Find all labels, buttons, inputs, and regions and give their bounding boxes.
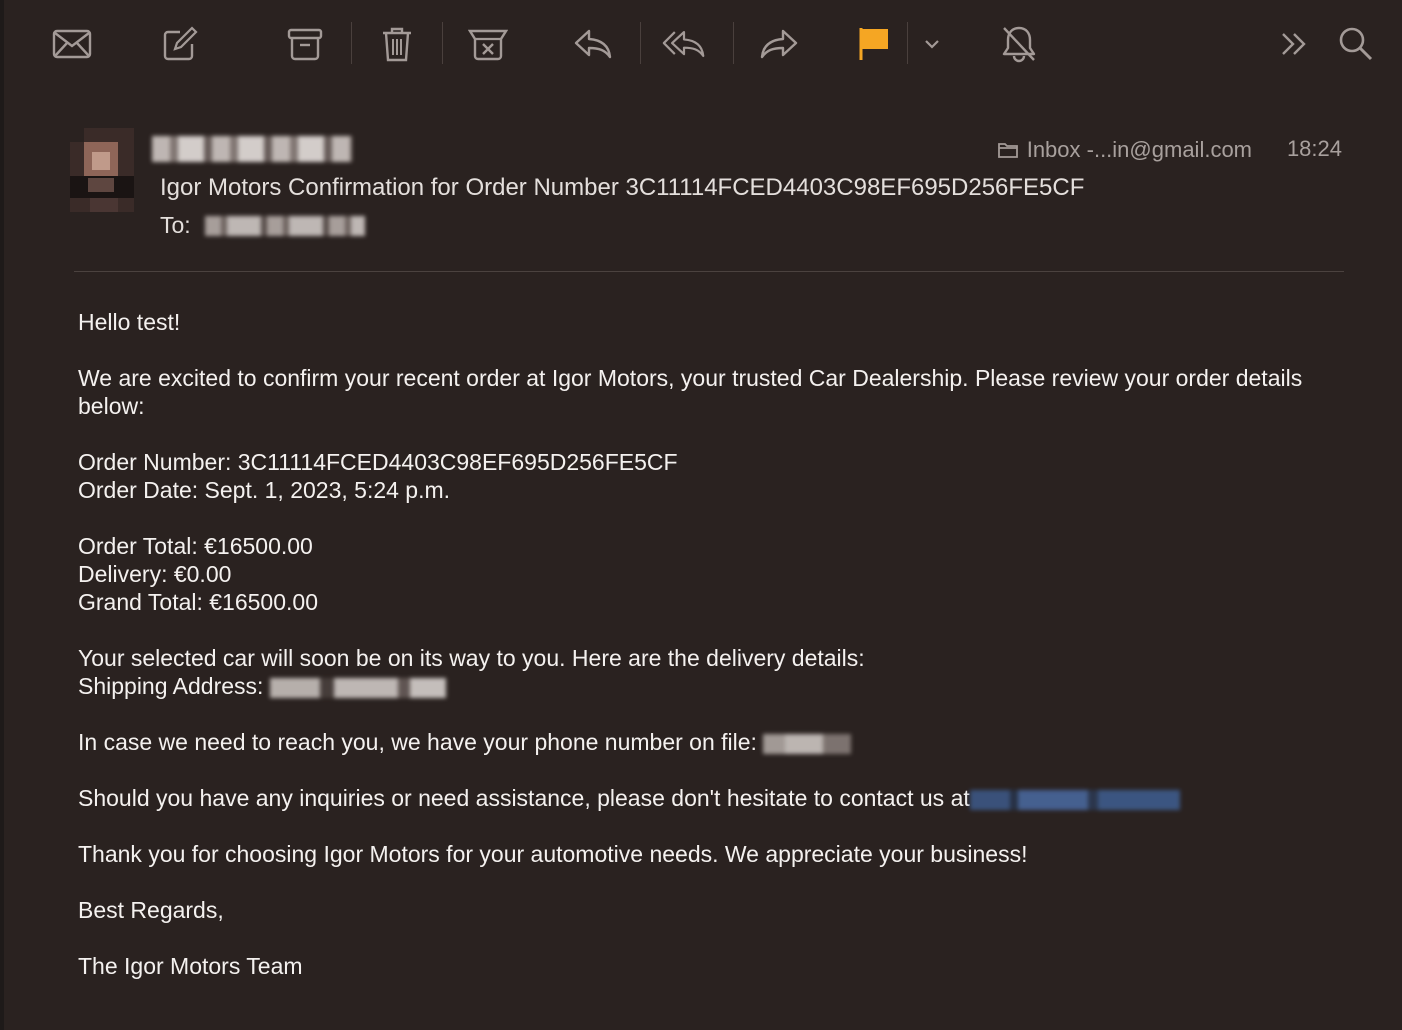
contact-label: Should you have any inquiries or need as…: [78, 785, 970, 811]
junk-icon[interactable]: [466, 22, 510, 66]
header-divider: [74, 271, 1344, 272]
mailbox-text: Inbox -...in@gmail.com: [1026, 137, 1252, 162]
order-total: Order Total: €16500.00: [78, 533, 313, 559]
order-date: Order Date: Sept. 1, 2023, 5:24 p.m.: [78, 477, 451, 503]
contact-email-link[interactable]: [969, 789, 1180, 810]
toolbar-separator: [733, 22, 734, 64]
mute-bell-icon[interactable]: [997, 22, 1041, 66]
intro-paragraph: We are excited to confirm your recent or…: [78, 365, 1303, 419]
search-icon[interactable]: [1334, 22, 1378, 66]
toolbar-separator: [351, 22, 352, 64]
grand-total: Grand Total: €16500.00: [78, 589, 318, 615]
order-number: Order Number: 3C11114FCED4403C98EF695D25…: [78, 449, 678, 475]
trash-icon[interactable]: [375, 22, 419, 66]
phone-label: In case we need to reach you, we have yo…: [78, 729, 764, 755]
toolbar-separator: [640, 22, 641, 64]
chevron-down-icon[interactable]: [914, 22, 950, 66]
shipping-address: Shipping Address:: [78, 672, 1368, 700]
message-subject: Igor Motors Confirmation for Order Numbe…: [160, 174, 1085, 201]
shipping-label: Shipping Address:: [78, 673, 270, 699]
folder-icon: [997, 143, 1018, 158]
delivery-cost: Delivery: €0.00: [78, 561, 232, 587]
message-time: 18:24: [1286, 136, 1342, 161]
reply-all-icon[interactable]: [662, 22, 706, 66]
to-row: To:: [160, 212, 365, 239]
contact-line: Should you have any inquiries or need as…: [78, 784, 1368, 812]
mail-window: Inbox -...in@gmail.com 18:24 Igor Motors…: [0, 0, 1402, 1030]
thanks-paragraph: Thank you for choosing Igor Motors for y…: [78, 841, 1028, 867]
phone-redacted: [763, 733, 852, 754]
greeting: Hello test!: [78, 309, 181, 335]
mailbox-label[interactable]: Inbox -...in@gmail.com: [997, 136, 1252, 164]
overflow-chevrons-icon[interactable]: [1272, 22, 1316, 66]
toolbar-separator: [442, 22, 443, 64]
archive-icon[interactable]: [283, 22, 327, 66]
to-label: To:: [160, 212, 191, 238]
forward-icon[interactable]: [757, 22, 801, 66]
message-header: Inbox -...in@gmail.com 18:24 Igor Motors…: [70, 124, 1346, 254]
sender-name-redacted: [152, 136, 352, 162]
flag-icon[interactable]: [852, 22, 896, 66]
get-mail-icon[interactable]: [50, 22, 94, 66]
address-redacted: [269, 677, 446, 698]
reply-icon[interactable]: [571, 22, 615, 66]
toolbar-separator: [907, 22, 908, 64]
recipient-redacted[interactable]: [204, 215, 365, 236]
avatar: [70, 128, 134, 212]
compose-icon[interactable]: [158, 22, 202, 66]
regards: Best Regards,: [78, 897, 224, 923]
delivery-intro: Your selected car will soon be on its wa…: [78, 645, 865, 671]
phone-line: In case we need to reach you, we have yo…: [78, 728, 1368, 756]
toolbar: [4, 0, 1402, 88]
signature: The Igor Motors Team: [78, 953, 303, 979]
message-body: Hello test! We are excited to confirm yo…: [78, 308, 1368, 980]
